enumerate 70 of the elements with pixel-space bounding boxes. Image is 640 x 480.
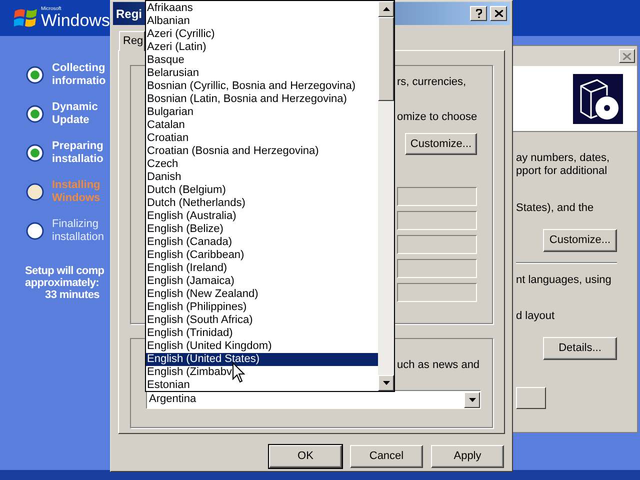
list-item[interactable]: English (South Africa)	[146, 314, 378, 327]
description-text: d layout	[516, 310, 556, 323]
list-item[interactable]: English (Australia)	[146, 210, 378, 223]
description-text: rs, currencies,	[397, 76, 468, 89]
dialog-button[interactable]: Cancel	[350, 445, 423, 468]
scroll-up-button[interactable]	[378, 1, 394, 17]
list-item[interactable]: Belarusian	[146, 67, 378, 80]
dropdown-arrow-button[interactable]	[464, 392, 480, 408]
combo-value: Argentina	[148, 392, 198, 408]
help-icon	[476, 9, 482, 18]
list-item[interactable]: English (New Zealand)	[146, 288, 378, 301]
customize-button[interactable]: Customize...	[543, 229, 617, 252]
step-label: Preparing installatio	[52, 140, 104, 166]
scroll-down-button[interactable]	[378, 375, 394, 391]
dialog-button[interactable]: OK	[269, 445, 342, 468]
description-text: ay numbers, dates, pport for additional	[516, 152, 611, 178]
close-icon	[494, 10, 502, 17]
customize-button[interactable]: Customize...	[405, 133, 477, 155]
step-label: Finalizing installation	[52, 218, 104, 244]
list-item[interactable]: English (Trinidad)	[146, 327, 378, 340]
help-button[interactable]	[470, 6, 487, 21]
close-button[interactable]	[490, 6, 507, 21]
list-item[interactable]: Croatian (Bosnia and Herzegovina)	[146, 145, 378, 158]
list-item[interactable]: Bosnian (Latin, Bosnia and Herzegovina)	[146, 93, 378, 106]
time-estimate-text: Setup will comp approximately: 33 minutes	[25, 265, 104, 301]
software-box-cd-icon	[573, 74, 623, 124]
list-item[interactable]: English (Caribbean)	[146, 249, 378, 262]
list-item[interactable]: English (Canada)	[146, 236, 378, 249]
list-item[interactable]: Estonian	[146, 379, 378, 392]
list-item[interactable]: English (United States)	[146, 353, 378, 366]
details-button[interactable]: Details...	[543, 337, 617, 360]
close-icon	[623, 52, 631, 60]
list-item[interactable]: Danish	[146, 171, 378, 184]
list-item[interactable]: English (Jamaica)	[146, 275, 378, 288]
close-button[interactable]	[619, 49, 635, 63]
list-item[interactable]: Azeri (Cyrillic)	[146, 28, 378, 41]
description-text: uch as news and	[397, 359, 480, 372]
list-item[interactable]: English (Belize)	[146, 223, 378, 236]
list-item[interactable]: Azeri (Latin)	[146, 41, 378, 54]
list-item[interactable]: Dutch (Netherlands)	[146, 197, 378, 210]
list-item[interactable]: Bulgarian	[146, 106, 378, 119]
windows-flag-icon	[14, 7, 38, 29]
scroll-thumb[interactable]	[378, 17, 394, 101]
description-text: States), and the	[516, 202, 595, 215]
list-item[interactable]: Basque	[146, 54, 378, 67]
description-text: omize to choose	[397, 111, 477, 124]
combo-box[interactable]: Argentina	[146, 390, 481, 409]
brand-text: Windows	[41, 12, 110, 29]
caret-down-icon	[382, 381, 390, 385]
list-item[interactable]: Bosnian (Cyrillic, Bosnia and Herzegovina)	[146, 80, 378, 93]
caret-up-icon	[382, 7, 390, 11]
tab[interactable]: Reg	[119, 31, 145, 51]
list-item[interactable]: English (United Kingdom)	[146, 340, 378, 353]
partial-button[interactable]	[516, 387, 546, 409]
list-item[interactable]: Czech	[146, 158, 378, 171]
dialog-button[interactable]: Apply	[431, 445, 504, 468]
list-item[interactable]: English (Philippines)	[146, 301, 378, 314]
description-text: nt languages, using	[516, 274, 612, 287]
step-label: Dynamic Update	[52, 101, 98, 127]
list-item[interactable]: Afrikaans	[146, 2, 378, 15]
step-label: Collecting informatio	[52, 62, 106, 88]
list-item[interactable]: Croatian	[146, 132, 378, 145]
list-item[interactable]: English (Ireland)	[146, 262, 378, 275]
caret-down-icon	[468, 398, 476, 402]
list-item[interactable]: Catalan	[146, 119, 378, 132]
step-label: Installing Windows	[52, 179, 100, 205]
list-item[interactable]: English (Zimbabv	[146, 366, 378, 379]
list-item[interactable]: Albanian	[146, 15, 378, 28]
window-title: Regi	[116, 6, 142, 22]
list-item[interactable]: Dutch (Belgium)	[146, 184, 378, 197]
